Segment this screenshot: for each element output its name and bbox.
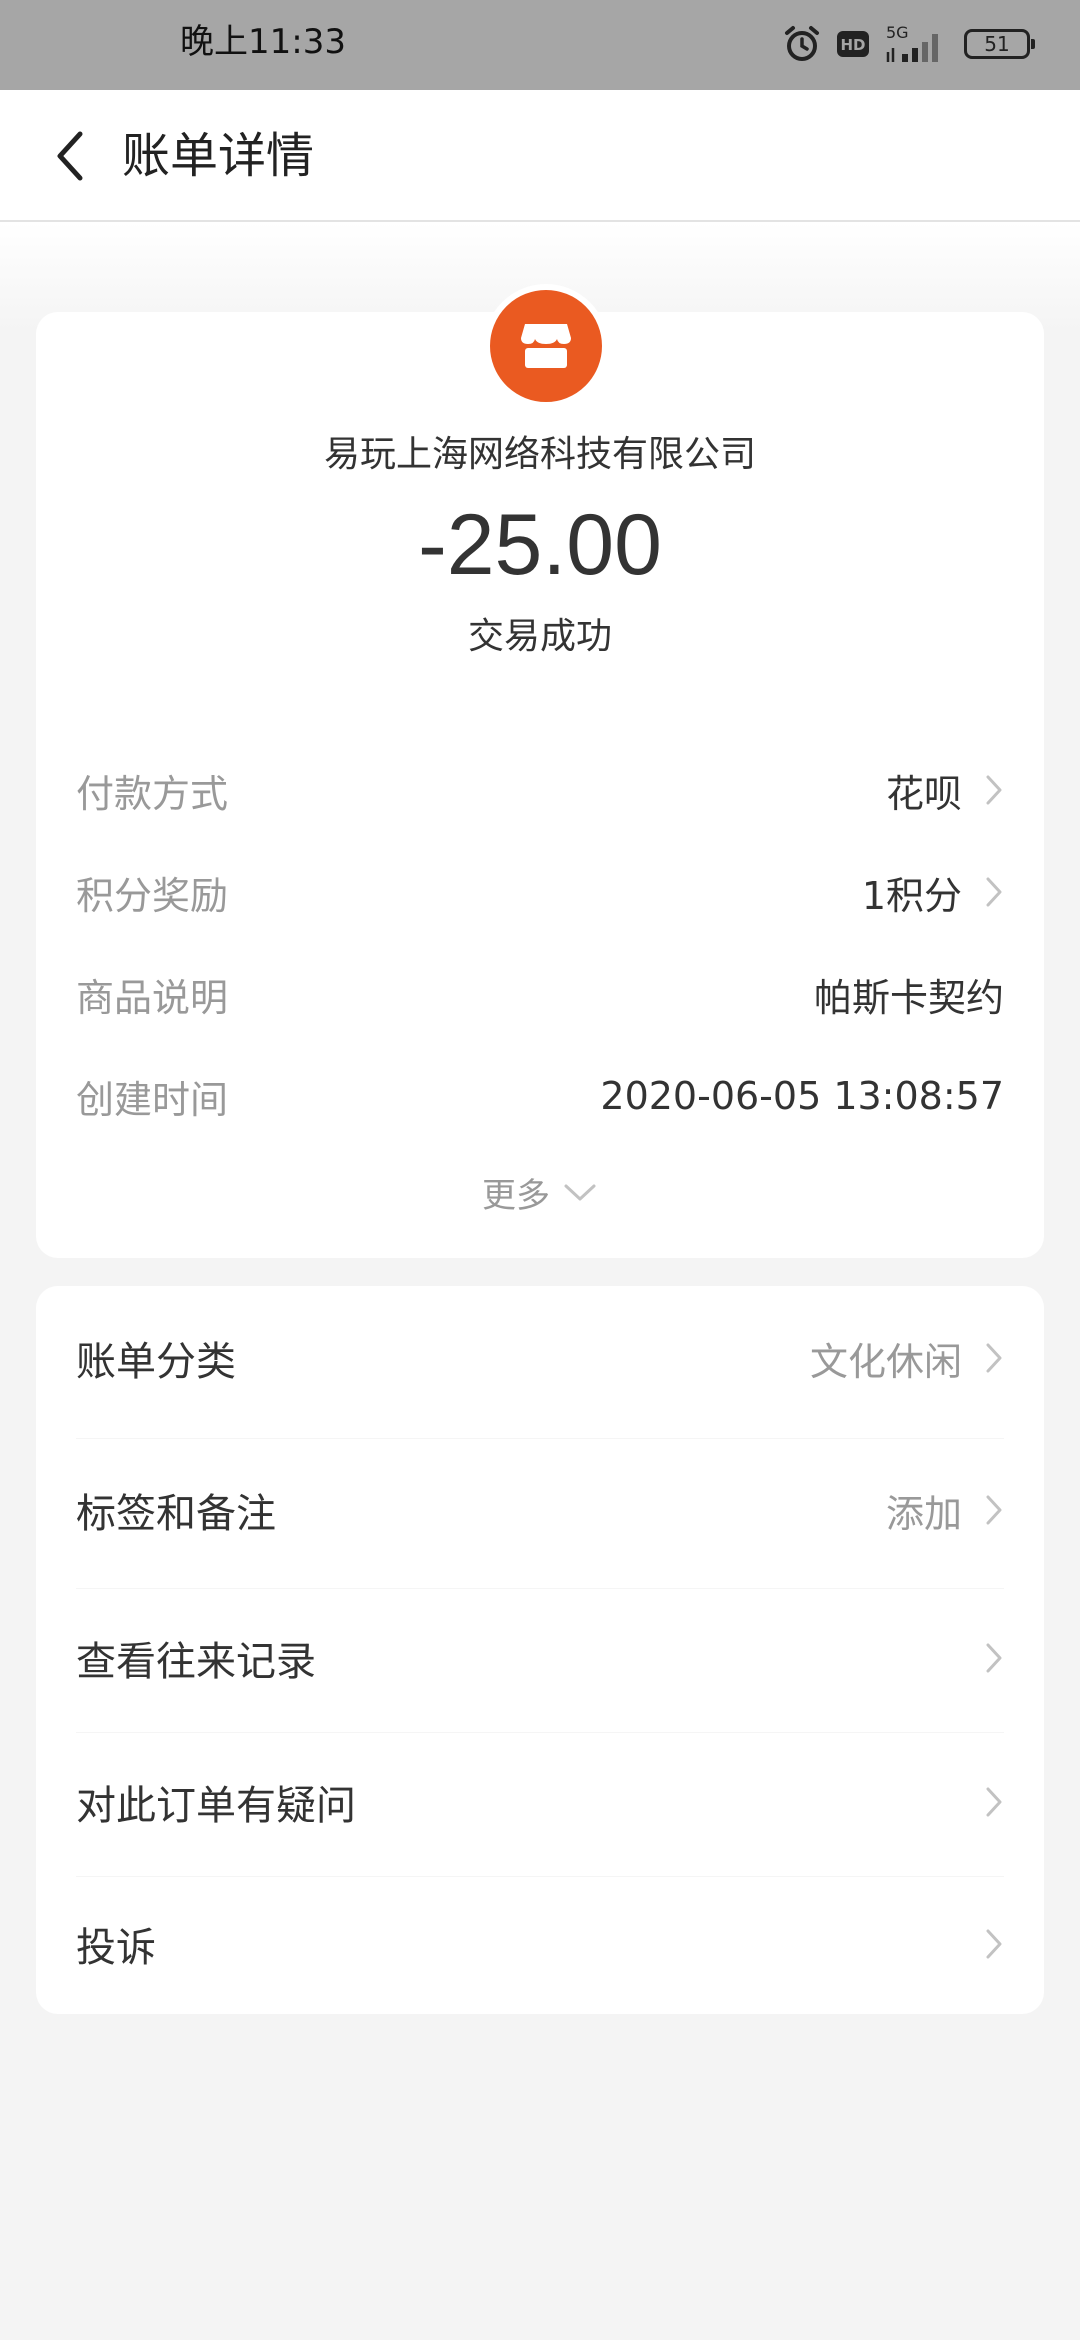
bill-category-row[interactable]: 账单分类 文化休闲 — [76, 1328, 1004, 1388]
payment-method-row[interactable]: 付款方式 花呗 — [76, 760, 1004, 820]
battery-indicator: 51 — [964, 29, 1035, 59]
menu-label: 投诉 — [76, 1925, 156, 1971]
transaction-status: 交易成功 — [467, 616, 612, 657]
divider — [76, 1732, 1004, 1733]
status-icons: HD 5G 51 — [782, 22, 1035, 66]
hd-label: HD — [840, 36, 865, 54]
5g-signal-icon: 5G — [884, 22, 950, 66]
alarm-icon — [782, 24, 822, 64]
transaction-history-row[interactable]: 查看往来记录 — [76, 1628, 1004, 1688]
store-icon — [521, 324, 571, 368]
menu-value: 添加 — [885, 1491, 962, 1536]
menu-label: 账单分类 — [76, 1339, 236, 1385]
detail-label: 商品说明 — [76, 975, 229, 1020]
menu-value: 文化休闲 — [809, 1339, 962, 1384]
merchant-logo — [484, 284, 608, 408]
back-arrow-icon — [57, 131, 83, 181]
detail-label: 积分奖励 — [76, 873, 229, 918]
detail-value: 帕斯卡契约 — [813, 975, 1004, 1020]
merchant-name: 易玩上海网络科技有限公司 — [323, 434, 756, 475]
chevron-right-icon — [984, 875, 1004, 909]
chevron-right-icon — [984, 1341, 1004, 1375]
points-reward-row[interactable]: 积分奖励 1积分 — [76, 862, 1004, 922]
menu-label: 对此订单有疑问 — [76, 1783, 356, 1829]
chevron-right-icon — [984, 1493, 1004, 1527]
divider — [76, 1438, 1004, 1439]
chevron-right-icon — [984, 1785, 1004, 1819]
created-time-row: 创建时间 2020-06-05 13:08:57 — [76, 1066, 1004, 1126]
detail-label: 付款方式 — [76, 771, 229, 816]
more-label: 更多 — [482, 1176, 550, 1216]
hd-icon: HD — [836, 29, 870, 59]
menu-label: 标签和备注 — [76, 1491, 276, 1537]
detail-value: 2020-06-05 13:08:57 — [600, 1074, 1004, 1118]
chevron-right-icon — [984, 1641, 1004, 1675]
complaint-row[interactable]: 投诉 — [76, 1914, 1004, 1974]
detail-value: 花呗 — [885, 771, 962, 816]
chevron-right-icon — [984, 1927, 1004, 1961]
transaction-amount: -25.00 — [418, 497, 662, 593]
detail-label: 创建时间 — [76, 1077, 229, 1122]
bill-summary-card: 易玩上海网络科技有限公司 -25.00 交易成功 付款方式 花呗 积分奖励 1积… — [36, 284, 1044, 1258]
chevron-right-icon — [984, 773, 1004, 807]
nav-bar: 账单详情 — [0, 90, 1080, 222]
network-label: 5G — [886, 23, 909, 42]
detail-value: 1积分 — [861, 873, 962, 918]
page-title: 账单详情 — [122, 128, 315, 184]
chevron-down-icon — [564, 1184, 596, 1200]
bill-actions-card: 账单分类 文化休闲 标签和备注 添加 查看往来记录 对此订单有疑问 投诉 — [36, 1286, 1044, 2014]
menu-label: 查看往来记录 — [76, 1639, 316, 1685]
more-button[interactable]: 更多 — [36, 1168, 1044, 1217]
status-time: 晚上11:33 — [180, 22, 346, 62]
divider — [76, 1876, 1004, 1877]
status-bar: 晚上11:33 HD 5G 51 — [0, 0, 1080, 90]
back-button[interactable] — [30, 116, 110, 196]
tags-notes-row[interactable]: 标签和备注 添加 — [76, 1480, 1004, 1540]
order-question-row[interactable]: 对此订单有疑问 — [76, 1772, 1004, 1832]
product-description-row: 商品说明 帕斯卡契约 — [76, 964, 1004, 1024]
divider — [76, 1588, 1004, 1589]
